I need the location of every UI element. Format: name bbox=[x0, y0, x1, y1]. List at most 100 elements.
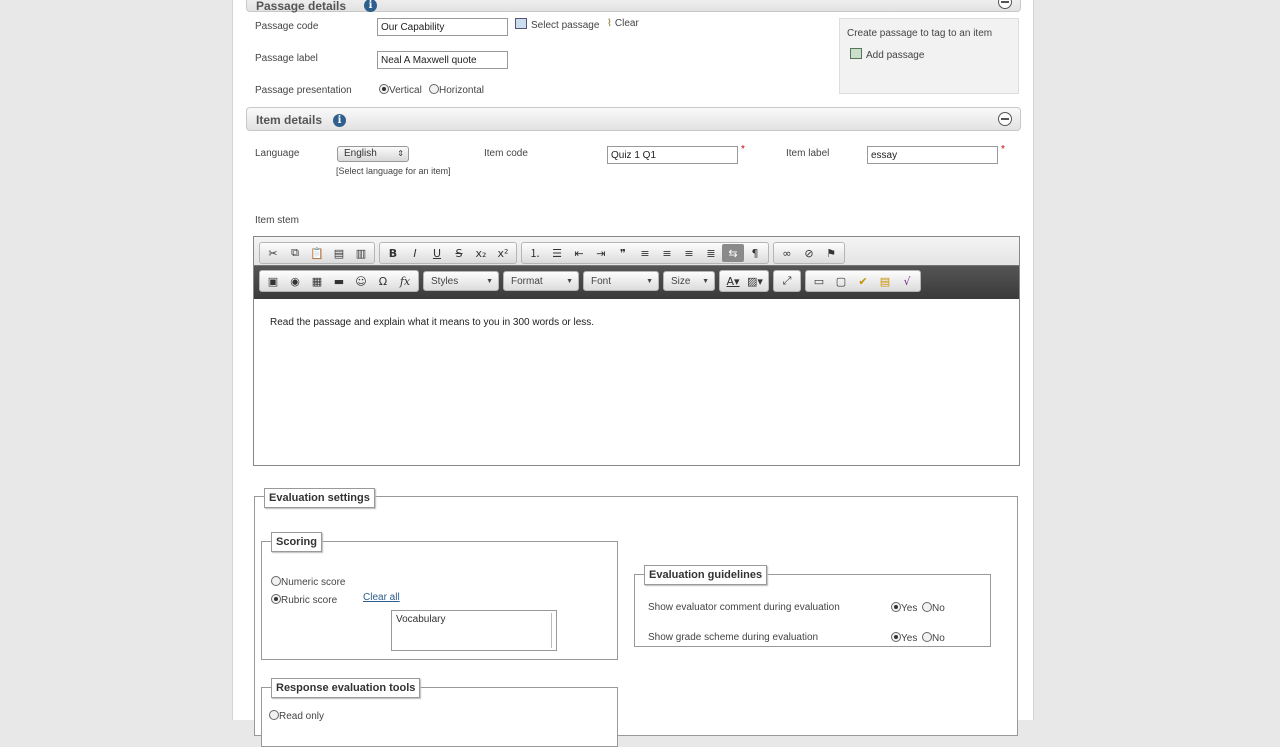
info-icon[interactable]: i bbox=[333, 114, 346, 127]
strikethrough-icon[interactable]: S bbox=[448, 244, 470, 262]
passage-details-header[interactable]: Passage details i bbox=[246, 0, 1021, 13]
grade-no-option[interactable]: No bbox=[922, 632, 945, 644]
text-direction-ltr-icon[interactable]: ⇆ bbox=[722, 244, 744, 262]
outdent-icon[interactable]: ⇤ bbox=[568, 244, 590, 262]
spellcheck-icon[interactable]: ✔ bbox=[852, 272, 874, 290]
item-label-input[interactable] bbox=[867, 146, 998, 164]
vertical-radio[interactable] bbox=[379, 84, 389, 94]
font-dropdown[interactable]: Font ▼ bbox=[583, 271, 659, 291]
paste-text-icon[interactable]: ▤ bbox=[328, 244, 350, 262]
superscript-icon[interactable]: x² bbox=[492, 244, 514, 262]
item-code-input[interactable] bbox=[607, 146, 738, 164]
create-passage-text: Create passage to tag to an item bbox=[847, 28, 993, 39]
align-left-icon[interactable]: ≡ bbox=[634, 244, 656, 262]
formula-icon[interactable]: fx bbox=[394, 272, 416, 290]
size-dropdown[interactable]: Size ▼ bbox=[663, 271, 715, 291]
comment-no-option[interactable]: No bbox=[922, 602, 945, 614]
select-passage-link[interactable]: Select passage bbox=[515, 18, 599, 31]
passage-label-input[interactable] bbox=[377, 51, 508, 69]
indent-icon[interactable]: ⇥ bbox=[590, 244, 612, 262]
vertical-option[interactable]: Vertical bbox=[379, 84, 422, 96]
unlink-icon[interactable]: ⊘ bbox=[798, 244, 820, 262]
collapse-icon[interactable] bbox=[998, 0, 1012, 9]
template-icon[interactable]: ▤ bbox=[874, 272, 896, 290]
embed-icon[interactable]: ▢ bbox=[830, 272, 852, 290]
cut-icon[interactable]: ✂ bbox=[262, 244, 284, 262]
align-justify-icon[interactable]: ≣ bbox=[700, 244, 722, 262]
image-icon[interactable]: ▣ bbox=[262, 272, 284, 290]
paste-word-icon[interactable]: ▥ bbox=[350, 244, 372, 262]
collapse-icon[interactable] bbox=[998, 112, 1012, 126]
styles-dropdown[interactable]: Styles ▼ bbox=[423, 271, 499, 291]
show-grade-label: Show grade scheme during evaluation bbox=[648, 632, 819, 643]
rich-text-editor[interactable]: ✂ ⧉ 📋 ▤ ▥ B I U S x₂ x² ⒈ ☰ ⇤ ⇥ ❞ ≡ ≡ ≡ … bbox=[253, 236, 1020, 466]
evaluation-settings-legend: Evaluation settings bbox=[264, 488, 375, 508]
item-code-label: Item code bbox=[484, 148, 528, 159]
horizontal-option[interactable]: Horizontal bbox=[429, 84, 484, 96]
link-icon[interactable]: ∞ bbox=[776, 244, 798, 262]
grade-yes-radio[interactable] bbox=[891, 632, 901, 642]
link-group: ∞ ⊘ ⚑ bbox=[773, 242, 845, 264]
numeric-score-label: Numeric score bbox=[281, 577, 346, 588]
bulleted-list-icon[interactable]: ☰ bbox=[546, 244, 568, 262]
subscript-icon[interactable]: x₂ bbox=[470, 244, 492, 262]
clipboard-group: ✂ ⧉ 📋 ▤ ▥ bbox=[259, 242, 375, 264]
info-icon[interactable]: i bbox=[364, 0, 377, 12]
size-label: Size bbox=[671, 275, 691, 287]
rubric-list[interactable]: Vocabulary bbox=[391, 610, 557, 651]
format-dropdown[interactable]: Format ▼ bbox=[503, 271, 579, 291]
format-label: Format bbox=[511, 275, 543, 287]
math-icon[interactable]: √ bbox=[896, 272, 918, 290]
blockquote-icon[interactable]: ❞ bbox=[612, 244, 634, 262]
rubric-score-option[interactable]: Rubric score bbox=[271, 594, 337, 606]
flash-icon[interactable]: ◉ bbox=[284, 272, 306, 290]
media-icon[interactable]: ▭ bbox=[808, 272, 830, 290]
language-select[interactable]: English ⇕ bbox=[337, 146, 409, 162]
bold-icon[interactable]: B bbox=[382, 244, 404, 262]
underline-icon[interactable]: U bbox=[426, 244, 448, 262]
smiley-icon[interactable]: ☺ bbox=[350, 272, 372, 290]
text-color-icon[interactable]: A▾ bbox=[722, 272, 744, 290]
passage-code-label: Passage code bbox=[255, 21, 319, 32]
passage-code-input[interactable] bbox=[377, 18, 508, 36]
passage-presentation-label: Passage presentation bbox=[255, 85, 352, 96]
numeric-score-radio[interactable] bbox=[271, 576, 281, 586]
comment-yes-option[interactable]: Yes bbox=[891, 602, 917, 614]
grade-yes-option[interactable]: Yes bbox=[891, 632, 917, 644]
clear-passage-link[interactable]: ⌇ Clear bbox=[607, 18, 639, 29]
list-item[interactable]: Vocabulary bbox=[396, 614, 445, 625]
comment-no-radio[interactable] bbox=[922, 602, 932, 612]
clear-passage-label: Clear bbox=[614, 18, 639, 29]
read-only-radio[interactable] bbox=[269, 710, 279, 720]
item-label-label: Item label bbox=[786, 148, 830, 159]
table-icon[interactable]: ▦ bbox=[306, 272, 328, 290]
list-scrollbar[interactable] bbox=[551, 613, 552, 648]
comment-yes-radio[interactable] bbox=[891, 602, 901, 612]
special-char-icon[interactable]: Ω bbox=[372, 272, 394, 290]
numbered-list-icon[interactable]: ⒈ bbox=[524, 244, 546, 262]
horizontal-radio[interactable] bbox=[429, 84, 439, 94]
select-passage-icon bbox=[515, 18, 527, 29]
maximize-icon[interactable]: ⤢ bbox=[776, 272, 798, 290]
editor-content[interactable]: Read the passage and explain what it mea… bbox=[270, 317, 594, 328]
align-right-icon[interactable]: ≡ bbox=[678, 244, 700, 262]
item-details-header[interactable]: Item details i bbox=[246, 107, 1021, 131]
paste-icon[interactable]: 📋 bbox=[306, 244, 328, 262]
rubric-score-radio[interactable] bbox=[271, 594, 281, 604]
background-color-icon[interactable]: ▨▾ bbox=[744, 272, 766, 290]
anchor-flag-icon[interactable]: ⚑ bbox=[820, 244, 842, 262]
horizontal-rule-icon[interactable]: ▬ bbox=[328, 272, 350, 290]
add-passage-button[interactable]: Add passage bbox=[850, 48, 924, 61]
numeric-score-option[interactable]: Numeric score bbox=[271, 576, 345, 588]
toolbar-row-1: ✂ ⧉ 📋 ▤ ▥ B I U S x₂ x² ⒈ ☰ ⇤ ⇥ ❞ ≡ ≡ ≡ … bbox=[259, 242, 849, 264]
italic-icon[interactable]: I bbox=[404, 244, 426, 262]
grade-yes-label: Yes bbox=[901, 633, 918, 644]
add-passage-label: Add passage bbox=[866, 50, 925, 61]
read-only-option[interactable]: Read only bbox=[269, 710, 324, 722]
text-direction-rtl-icon[interactable]: ¶ bbox=[744, 244, 766, 262]
toolbar-row-2: ▣ ◉ ▦ ▬ ☺ Ω fx Styles ▼ Format ▼ Font ▼ bbox=[259, 270, 925, 292]
copy-icon[interactable]: ⧉ bbox=[284, 244, 306, 262]
align-center-icon[interactable]: ≡ bbox=[656, 244, 678, 262]
clear-all-link[interactable]: Clear all bbox=[363, 592, 400, 603]
grade-no-radio[interactable] bbox=[922, 632, 932, 642]
